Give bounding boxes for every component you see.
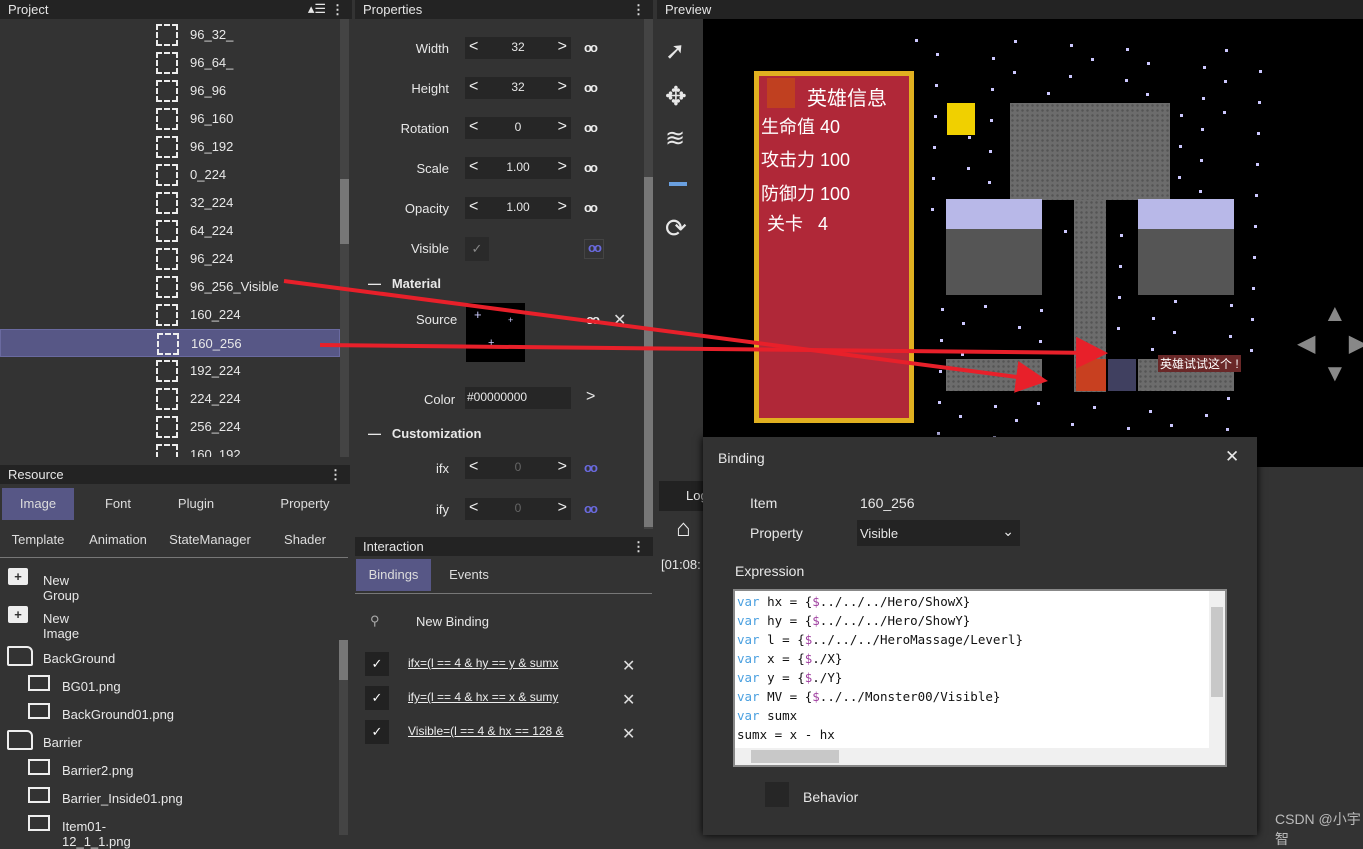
behavior-label: Behavior <box>803 789 859 805</box>
property-label: Property <box>750 525 803 541</box>
editor-hscrollbar[interactable] <box>735 748 1225 765</box>
item-value: 160_256 <box>860 495 915 511</box>
code-line: var y = {$./Y} <box>737 670 843 685</box>
close-icon[interactable]: ✕ <box>1225 447 1239 467</box>
property-select[interactable]: Visible ⌄ <box>857 520 1020 546</box>
code-line: var sumx <box>737 708 798 723</box>
dialog-title: Binding <box>718 450 765 466</box>
item-label: Item <box>750 495 778 511</box>
arrow <box>319 336 1108 369</box>
code-line: var x = {$./X} <box>737 651 843 666</box>
code-line: var hx = {$../../../Hero/ShowX} <box>737 594 971 609</box>
behavior-checkbox[interactable] <box>765 782 789 807</box>
binding-dialog: Binding ✕ Item 160_256 Property Visible ⌄… <box>703 437 1257 835</box>
expression-editor[interactable]: var hx = {$../../../Hero/ShowX} var hy = … <box>733 589 1227 767</box>
code-line: var MV = {$../../Monster00/Visible} <box>737 689 1001 704</box>
editor-vscrollbar[interactable] <box>1209 591 1225 749</box>
code-line: var l = {$../../../HeroMassage/Leverl} <box>737 632 1023 647</box>
watermark: CSDN @小宇智 <box>1275 811 1361 847</box>
code-line: var hy = {$../../../Hero/ShowY} <box>737 613 971 628</box>
code-line: sumx = x - hx <box>737 727 835 742</box>
chevron-down-icon: ⌄ <box>1002 523 1014 539</box>
arrow <box>283 279 1048 393</box>
expression-label: Expression <box>735 563 805 579</box>
